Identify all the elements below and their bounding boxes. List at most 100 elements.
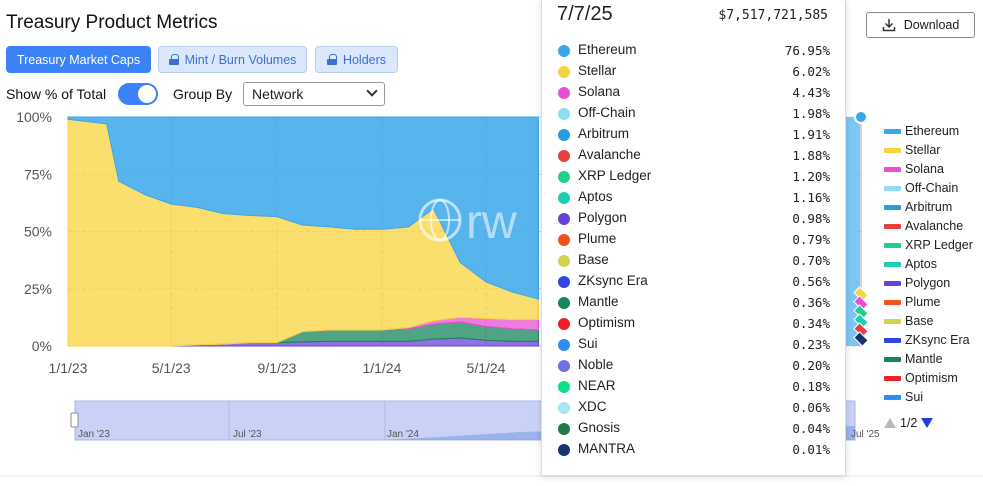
legend-swatch (884, 357, 901, 362)
x-tick-label: 1/1/24 (362, 360, 401, 376)
series-color-dot (558, 444, 570, 456)
legend-label: Base (905, 314, 934, 328)
tooltip-row: Plume 0.79% (558, 230, 830, 250)
legend-label: Polygon (905, 276, 951, 290)
legend-swatch (884, 300, 901, 305)
legend-item[interactable]: Mantle (884, 352, 983, 370)
series-color-dot (558, 423, 570, 435)
series-color-dot (558, 66, 570, 78)
tooltip-series-value: 0.98% (792, 211, 830, 226)
tooltip-row: Off-Chain 1.98% (558, 104, 830, 124)
tooltip-series-value: 4.43% (792, 85, 830, 100)
legend-item[interactable]: Arbitrum (884, 200, 983, 218)
legend-prev-icon[interactable] (884, 418, 896, 428)
legend-item[interactable]: Aptos (884, 257, 983, 275)
series-color-dot (558, 381, 570, 393)
tooltip-series-value: 0.56% (792, 274, 830, 289)
legend-pager: 1/2 (884, 416, 934, 430)
tooltip-row: Aptos 1.16% (558, 188, 830, 208)
legend-item[interactable]: Solana (884, 162, 983, 180)
tooltip-series-name: XDC (578, 399, 607, 414)
series-color-dot (558, 339, 570, 351)
series-color-dot (558, 150, 570, 162)
tooltip-series-value: 1.88% (792, 148, 830, 163)
legend-item[interactable]: Avalanche (884, 219, 983, 237)
series-color-dot (558, 192, 570, 204)
tooltip-series-name: Off-Chain (578, 105, 636, 120)
legend-swatch (884, 243, 901, 248)
legend-label: Ethereum (905, 124, 960, 138)
tooltip-row: Noble 0.20% (558, 356, 830, 376)
x-tick-label: 1/1/23 (49, 360, 88, 376)
tooltip-series-name: Plume (578, 231, 617, 246)
tooltip-series-name: Base (578, 252, 609, 267)
y-axis-labels: 0% 25% 50% 75% 100% (16, 109, 52, 354)
brush-tick-label: Jul '23 (233, 429, 262, 440)
x-tick-label: 9/1/23 (258, 360, 297, 376)
legend-item[interactable]: Stellar (884, 143, 983, 161)
series-color-dot (558, 108, 570, 120)
legend-label: ZKsync Era (905, 333, 970, 347)
tooltip-series-name: Polygon (578, 210, 627, 225)
tooltip-series-name: ZKsync Era (578, 273, 648, 288)
brush-left-handle[interactable] (70, 412, 79, 428)
tooltip-series-value: 0.18% (792, 379, 830, 394)
tooltip-row: Optimism 0.34% (558, 314, 830, 334)
tooltip-series-name: Ethereum (578, 42, 637, 57)
tooltip-series-value: 1.20% (792, 169, 830, 184)
legend-swatch (884, 224, 901, 229)
tooltip-row: XRP Ledger 1.20% (558, 167, 830, 187)
series-color-dot (558, 171, 570, 183)
y-tick-label: 0% (32, 338, 52, 354)
tooltip-series-name: Arbitrum (578, 126, 630, 141)
legend-label: Plume (905, 295, 941, 309)
tooltip-row: Gnosis 0.04% (558, 419, 830, 439)
y-tick-label: 25% (24, 281, 52, 297)
legend-page: 1/2 (900, 416, 918, 430)
tooltip-row: MANTRA 0.01% (558, 440, 830, 460)
legend-label: Arbitrum (905, 200, 953, 214)
series-color-dot (558, 276, 570, 288)
legend-swatch (884, 338, 901, 343)
tooltip-series-name: Aptos (578, 189, 613, 204)
legend-label: Stellar (905, 143, 941, 157)
tooltip-row: Polygon 0.98% (558, 209, 830, 229)
tooltip-row: ZKsync Era 0.56% (558, 272, 830, 292)
tooltip-series-value: 1.98% (792, 106, 830, 121)
legend-label: XRP Ledger (905, 238, 973, 252)
legend-item[interactable]: Plume (884, 295, 983, 313)
legend-item[interactable]: Sui (884, 390, 983, 408)
y-tick-label: 50% (24, 224, 52, 240)
legend-next-icon[interactable] (921, 418, 934, 428)
legend-item[interactable]: XRP Ledger (884, 238, 983, 256)
x-tick-label: 5/1/24 (467, 360, 506, 376)
series-color-dot (558, 234, 570, 246)
x-axis-labels: 1/1/23 5/1/23 9/1/23 1/1/24 5/1/24 (49, 360, 506, 376)
legend-swatch (884, 281, 901, 286)
tooltip-row: NEAR 0.18% (558, 377, 830, 397)
series-color-dot (558, 402, 570, 414)
tooltip-row: XDC 0.06% (558, 398, 830, 418)
legend-item[interactable]: Off-Chain (884, 181, 983, 199)
chart-tooltip: 7/7/25 $7,517,721,585 Ethereum 76.95% Stel… (541, 0, 846, 476)
legend-swatch (884, 148, 901, 153)
tooltip-row: Avalanche 1.88% (558, 146, 830, 166)
tooltip-series-name: Solana (578, 84, 621, 99)
series-color-dot (558, 213, 570, 225)
legend-item[interactable]: Optimism (884, 371, 983, 389)
legend-label: Optimism (905, 371, 958, 385)
tooltip-series-name: XRP Ledger (578, 168, 652, 183)
legend-swatch (884, 395, 901, 400)
legend-item[interactable]: Ethereum (884, 124, 983, 142)
series-color-dot (558, 255, 570, 267)
legend-label: Avalanche (905, 219, 964, 233)
legend-label: Solana (905, 162, 944, 176)
tooltip-series-value: 0.23% (792, 337, 830, 352)
tooltip-row: Arbitrum 1.91% (558, 125, 830, 145)
legend-item[interactable]: ZKsync Era (884, 333, 983, 351)
legend-item[interactable]: Polygon (884, 276, 983, 294)
tooltip-series-name: NEAR (578, 378, 616, 393)
legend-item[interactable]: Base (884, 314, 983, 332)
legend-swatch (884, 186, 901, 191)
tooltip-row: Stellar 6.02% (558, 62, 830, 82)
